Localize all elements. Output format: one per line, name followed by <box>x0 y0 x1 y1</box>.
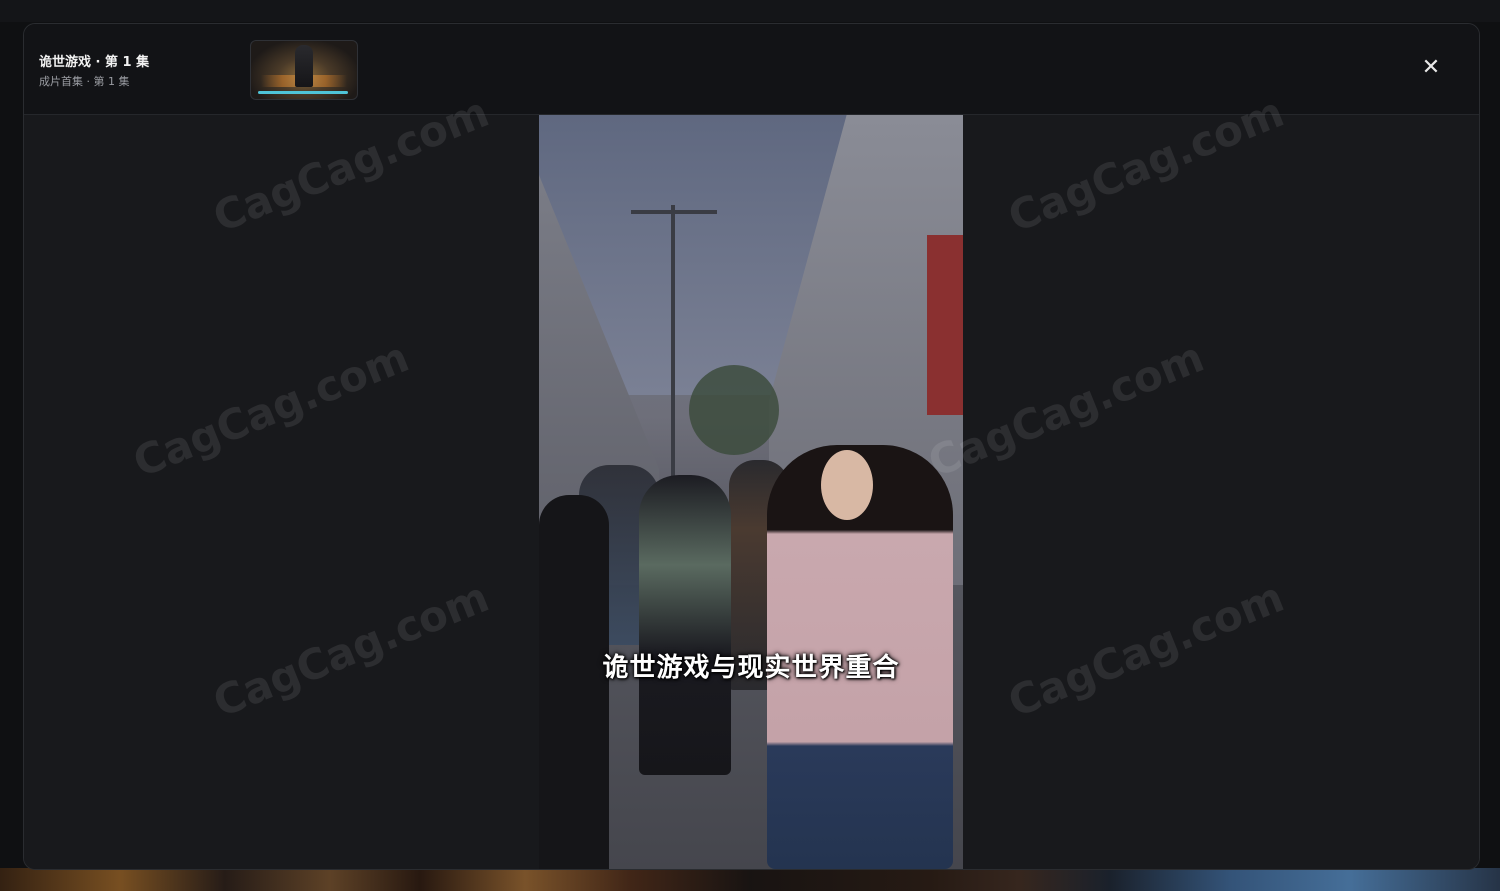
player-header: 诡世游戏 · 第 1 集 成片首集 · 第 1 集 ✕ <box>24 24 1479 115</box>
video-scene-main-woman-face <box>821 450 873 520</box>
episode-thumbnail[interactable] <box>250 40 358 100</box>
video-scene-lamp-pole <box>671 205 675 505</box>
video-caption: 诡世游戏与现实世界重合 <box>602 653 900 683</box>
episode-subtitle: 成片首集 · 第 1 集 <box>39 75 130 88</box>
close-button[interactable]: ✕ <box>1419 56 1443 80</box>
background-header-strip <box>0 0 1500 22</box>
video-player-modal: 诡世游戏 · 第 1 集 成片首集 · 第 1 集 ✕ 诡世游戏与现实世界重合 <box>23 23 1480 870</box>
video-frame[interactable]: 诡世游戏与现实世界重合 <box>539 115 963 869</box>
thumbnail-progress-fill <box>258 91 348 94</box>
player-area: 诡世游戏与现实世界重合 <box>24 115 1479 869</box>
thumbnail-progress-bar <box>258 91 348 94</box>
close-icon: ✕ <box>1421 55 1441 80</box>
background-thumbnail-strip <box>0 868 1500 891</box>
video-scene-woman-with-child <box>639 475 731 775</box>
thumbnail-figure <box>295 45 313 87</box>
video-scene-trees <box>689 365 779 455</box>
episode-title: 诡世游戏 · 第 1 集 <box>39 55 150 70</box>
video-scene-lamp-arm <box>631 210 717 214</box>
video-scene-shop-sign <box>927 235 963 415</box>
